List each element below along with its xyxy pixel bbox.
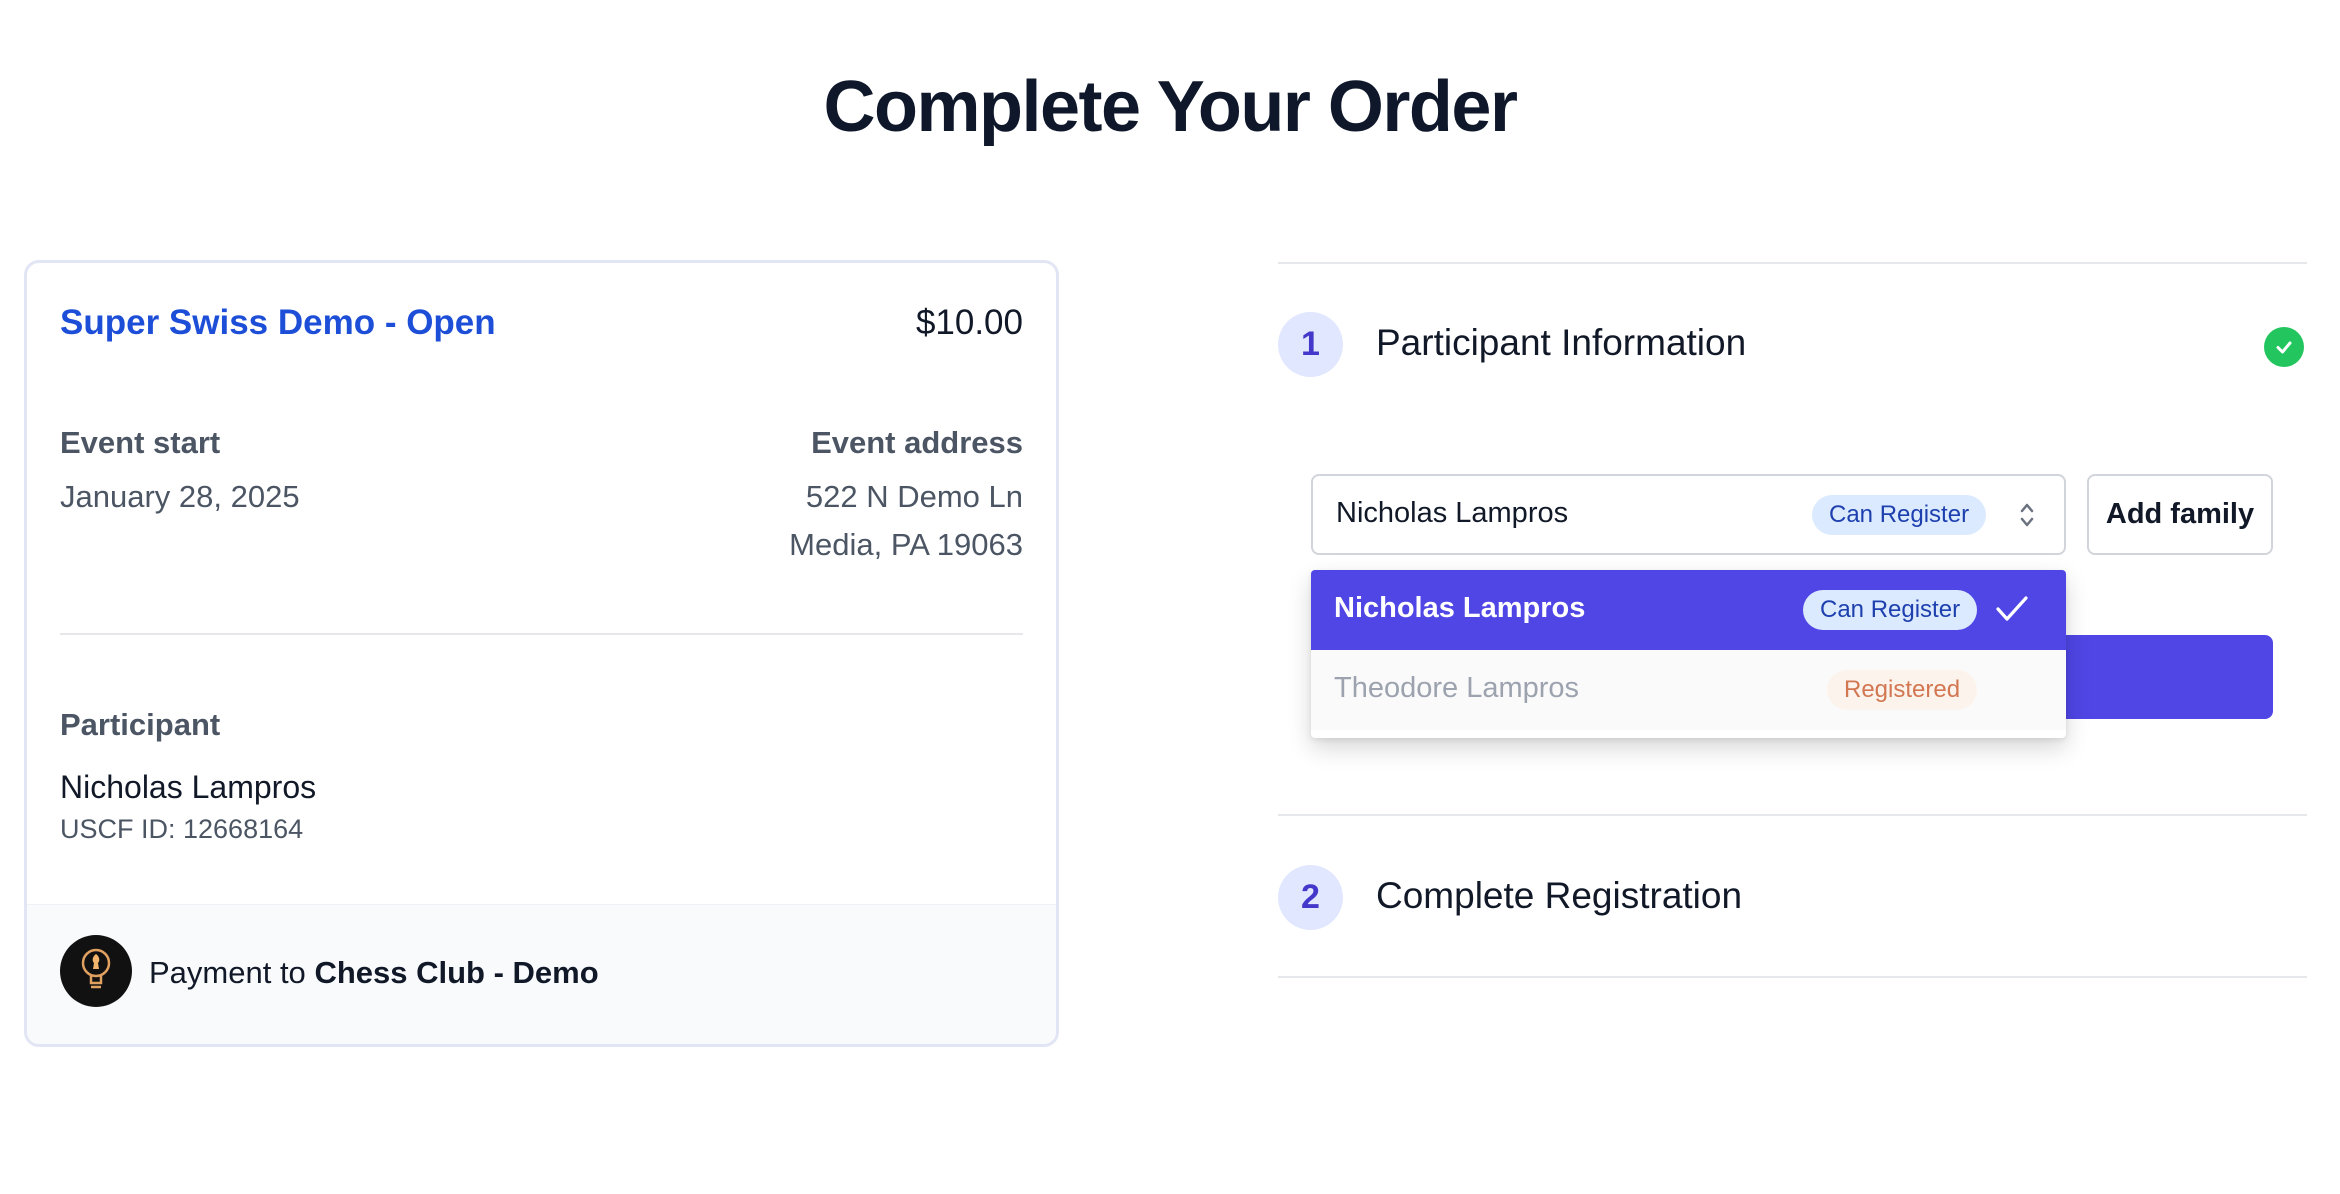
participant-uscf-id: USCF ID: 12668164 (60, 814, 304, 844)
status-badge: Can Register (1812, 495, 1987, 535)
event-name-link[interactable]: Super Swiss Demo - Open (60, 303, 496, 343)
participant-name: Nicholas Lampros (60, 769, 317, 805)
checkmark-icon (1996, 596, 2028, 621)
add-family-button[interactable]: Add family (2087, 474, 2273, 555)
payment-prefix: Payment to (149, 955, 306, 990)
page-title: Complete Your Order (823, 67, 1518, 147)
participant-select-value: Nicholas Lampros (1336, 497, 1569, 529)
chevron-up-down-icon (2020, 503, 2034, 527)
step-divider-top (1278, 262, 2307, 264)
dropdown-option-theodore[interactable]: Theodore Lampros Registered (1311, 650, 2066, 730)
step-1-title[interactable]: Participant Information (1376, 322, 1746, 364)
step-2-title[interactable]: Complete Registration (1376, 875, 1742, 917)
event-price: $10.00 (915, 303, 1023, 342)
participant-label: Participant (60, 707, 221, 742)
event-start-label: Event start (60, 425, 221, 460)
event-address-line1: 522 N Demo Ln (805, 479, 1023, 514)
participant-dropdown: Nicholas Lampros Can Register Theodore L… (1311, 570, 2066, 738)
option-name: Nicholas Lampros (1334, 592, 1586, 624)
checkout-page: Complete Your Order Super Swiss Demo - O… (0, 0, 2340, 1194)
step-divider-middle (1278, 814, 2307, 816)
event-address-label: Event address (811, 425, 1023, 460)
dropdown-option-nicholas[interactable]: Nicholas Lampros Can Register (1311, 570, 2066, 650)
step-divider-bottom (1278, 976, 2307, 978)
event-address-line2: Media, PA 19063 (789, 527, 1023, 562)
event-start-value: January 28, 2025 (60, 479, 300, 514)
card-divider (60, 633, 1023, 635)
option-name: Theodore Lampros (1334, 672, 1580, 704)
status-badge: Can Register (1803, 590, 1978, 630)
club-logo-icon (60, 935, 132, 1007)
participant-select[interactable]: Nicholas Lampros Can Register (1311, 474, 2066, 555)
check-circle-icon (2264, 327, 2304, 367)
payment-bar: Payment to Chess Club - Demo (27, 904, 1056, 1044)
order-summary-card: Super Swiss Demo - Open $10.00 Event sta… (24, 260, 1059, 1047)
payment-recipient: Payment to Chess Club - Demo (149, 955, 599, 991)
payment-club-name: Chess Club - Demo (314, 955, 599, 990)
step-1-number: 1 (1278, 312, 1343, 377)
status-badge: Registered (1827, 670, 1978, 710)
step-2-number: 2 (1278, 865, 1343, 930)
